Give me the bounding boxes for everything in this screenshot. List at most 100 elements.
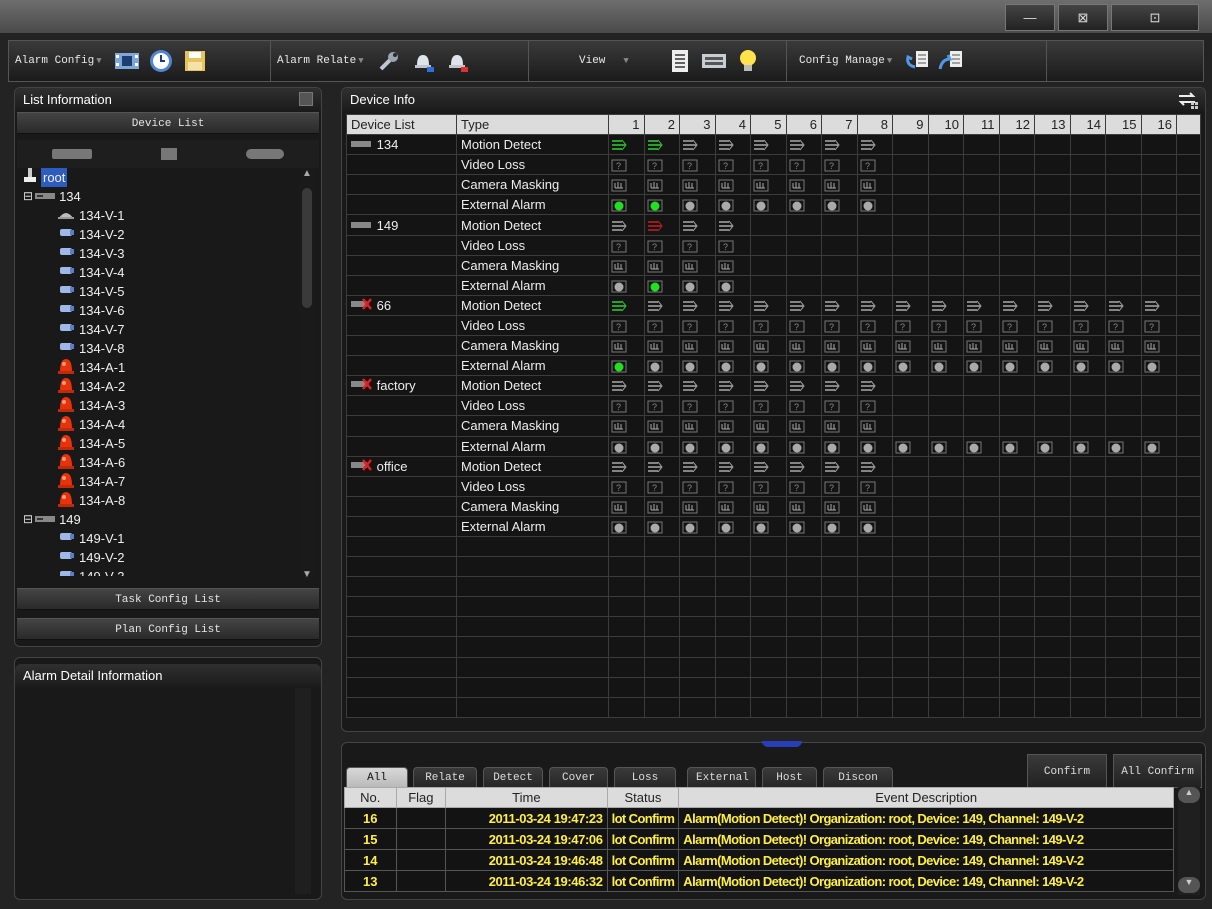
channel-cell[interactable]: ?	[856, 314, 893, 337]
tree-node[interactable]: 149-V-2	[17, 548, 307, 567]
channel-cell[interactable]	[963, 234, 1000, 256]
channel-cell[interactable]	[750, 174, 787, 196]
channel-cell[interactable]	[750, 214, 787, 236]
channel-cell[interactable]	[821, 254, 858, 276]
grid-row[interactable]: External Alarm	[346, 355, 1201, 377]
channel-cell[interactable]: ?	[608, 154, 645, 176]
channel-cell[interactable]	[750, 234, 787, 256]
device-cell[interactable]	[346, 335, 457, 357]
channel-cell[interactable]	[821, 435, 858, 457]
collapse-icon[interactable]: ⊟	[23, 510, 33, 529]
channel-cell[interactable]	[927, 455, 964, 477]
channel-cell[interactable]	[1105, 234, 1142, 256]
channel-cell[interactable]	[1140, 355, 1177, 377]
channel-cell[interactable]	[1069, 415, 1106, 437]
channel-cell[interactable]	[1140, 134, 1177, 156]
channel-cell[interactable]	[1034, 194, 1071, 216]
channel-cell[interactable]: ?	[1069, 314, 1106, 337]
grid-row[interactable]: Video Loss????????	[346, 154, 1201, 176]
channel-cell[interactable]	[1140, 495, 1177, 517]
channel-cell[interactable]	[608, 335, 645, 357]
channel-cell[interactable]: ?	[785, 395, 822, 417]
channel-cell[interactable]	[821, 375, 858, 397]
channel-cell[interactable]	[1069, 274, 1106, 296]
channel-cell[interactable]	[856, 134, 893, 156]
channel-cell[interactable]	[927, 254, 964, 276]
channel-cell[interactable]: ?	[1140, 314, 1177, 337]
channel-cell[interactable]	[608, 455, 645, 477]
event-col-header[interactable]: Time	[445, 787, 608, 808]
channel-cell[interactable]: ?	[714, 154, 751, 176]
channel-cell[interactable]	[1069, 174, 1106, 196]
channel-cell[interactable]	[963, 415, 1000, 437]
alarm-detail-scrollbar[interactable]	[295, 688, 311, 894]
channel-cell[interactable]	[785, 375, 822, 397]
channel-cell[interactable]	[821, 194, 858, 216]
channel-cell[interactable]	[785, 234, 822, 256]
channel-cell[interactable]	[1069, 395, 1106, 417]
channel-cell[interactable]	[856, 194, 893, 216]
all-confirm-button[interactable]: All Confirm	[1113, 754, 1202, 788]
device-cell[interactable]	[346, 314, 457, 337]
channel-cell[interactable]	[714, 335, 751, 357]
channel-cell[interactable]	[963, 174, 1000, 196]
channel-cell[interactable]	[856, 515, 893, 537]
channel-cell[interactable]	[1069, 154, 1106, 176]
channel-cell[interactable]	[608, 515, 645, 537]
channel-cell[interactable]	[750, 495, 787, 517]
channel-cell[interactable]	[714, 274, 751, 296]
channel-cell[interactable]	[927, 475, 964, 497]
channel-cell[interactable]	[785, 495, 822, 517]
channel-cell[interactable]	[785, 294, 822, 316]
device-view-icon[interactable]	[701, 48, 727, 74]
grid-row[interactable]: Camera Masking	[346, 174, 1201, 196]
tab-all[interactable]: All	[346, 767, 408, 788]
channel-cell[interactable]	[608, 294, 645, 316]
device-cell[interactable]	[346, 495, 457, 517]
channel-cell[interactable]	[856, 355, 893, 377]
channel-cell[interactable]	[750, 415, 787, 437]
tree-node[interactable]: 149-V-1	[17, 529, 307, 548]
channel-cell[interactable]: ?	[856, 154, 893, 176]
channel-cell[interactable]	[998, 214, 1035, 236]
channel-cell[interactable]	[1105, 515, 1142, 537]
channel-cell[interactable]	[821, 515, 858, 537]
channel-cell[interactable]	[643, 214, 680, 236]
channel-cell[interactable]: ?	[750, 475, 787, 497]
grid-row[interactable]: office Motion Detect	[346, 455, 1201, 477]
channel-cell[interactable]	[1034, 455, 1071, 477]
channel-cell[interactable]	[714, 375, 751, 397]
channel-cell[interactable]	[856, 174, 893, 196]
channel-cell[interactable]	[1105, 134, 1142, 156]
channel-cell[interactable]	[608, 134, 645, 156]
channel-cell[interactable]	[998, 134, 1035, 156]
event-row[interactable]: 13 2011-03-24 19:46:32 lot Confirm Alarm(Mo…	[344, 870, 1174, 892]
channel-cell[interactable]	[643, 174, 680, 196]
channel-cell[interactable]	[1140, 194, 1177, 216]
channel-cell[interactable]: ?	[679, 475, 716, 497]
channel-cell[interactable]	[998, 475, 1035, 497]
channel-cell[interactable]	[1105, 254, 1142, 276]
grid-row[interactable]: External Alarm	[346, 274, 1201, 296]
channel-cell[interactable]	[856, 234, 893, 256]
channel-cell[interactable]	[1034, 214, 1071, 236]
device-cell[interactable]	[346, 415, 457, 437]
channel-cell[interactable]: ?	[679, 154, 716, 176]
channel-cell[interactable]	[608, 194, 645, 216]
channel-cell[interactable]	[998, 495, 1035, 517]
channel-cell[interactable]: ?	[963, 314, 1000, 337]
channel-cell[interactable]	[892, 455, 929, 477]
channel-cell[interactable]	[1105, 475, 1142, 497]
channel-cell[interactable]	[821, 214, 858, 236]
channel-cell[interactable]	[643, 254, 680, 276]
channel-cell[interactable]: ?	[608, 475, 645, 497]
tab-discon[interactable]: Discon	[823, 767, 893, 788]
channel-cell[interactable]	[750, 274, 787, 296]
view-menu[interactable]: View ▼	[579, 55, 629, 67]
device-cell[interactable]	[346, 174, 457, 196]
channel-cell[interactable]	[892, 415, 929, 437]
event-col-header[interactable]: Event Description	[678, 787, 1174, 808]
channel-cell[interactable]	[1140, 274, 1177, 296]
channel-cell[interactable]	[892, 154, 929, 176]
channel-cell[interactable]	[856, 415, 893, 437]
